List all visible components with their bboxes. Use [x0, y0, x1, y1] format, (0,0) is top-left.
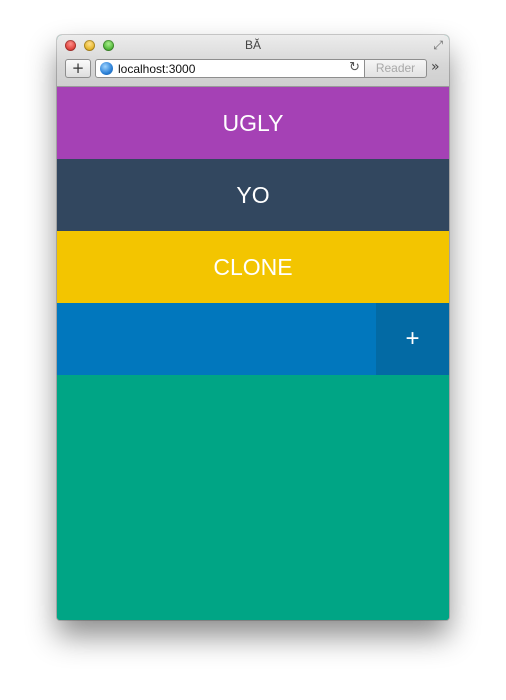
list-item-label: UGLY — [222, 109, 284, 136]
list-item[interactable]: CLONE — [57, 231, 449, 303]
list-item[interactable]: UGLY — [57, 87, 449, 159]
new-tab-button[interactable]: + — [65, 59, 91, 78]
window-title: BĂ — [244, 38, 261, 52]
page-content: UGLY YO CLONE + — [57, 87, 449, 620]
list-item-label: YO — [236, 181, 270, 208]
more-chevron-icon[interactable]: » — [431, 59, 439, 75]
fullscreen-icon[interactable]: ⤢ — [433, 38, 443, 53]
address-bar[interactable]: localhost:3000 ↻ — [95, 59, 365, 78]
reload-icon[interactable]: ↻ — [349, 60, 360, 75]
globe-icon — [100, 62, 113, 75]
list-item[interactable]: YO — [57, 159, 449, 231]
empty-area — [57, 375, 449, 620]
url-text[interactable]: localhost:3000 — [118, 62, 195, 76]
browser-toolbar: BĂ ⤢ + localhost:3000 ↻ Reader » — [57, 35, 449, 87]
add-item-button[interactable]: + — [376, 303, 449, 375]
reader-button[interactable]: Reader — [365, 59, 427, 78]
browser-window: BĂ ⤢ + localhost:3000 ↻ Reader » UGLY YO… — [57, 35, 449, 620]
new-item-input[interactable]: + — [57, 303, 449, 375]
list-item-label: CLONE — [213, 253, 293, 280]
